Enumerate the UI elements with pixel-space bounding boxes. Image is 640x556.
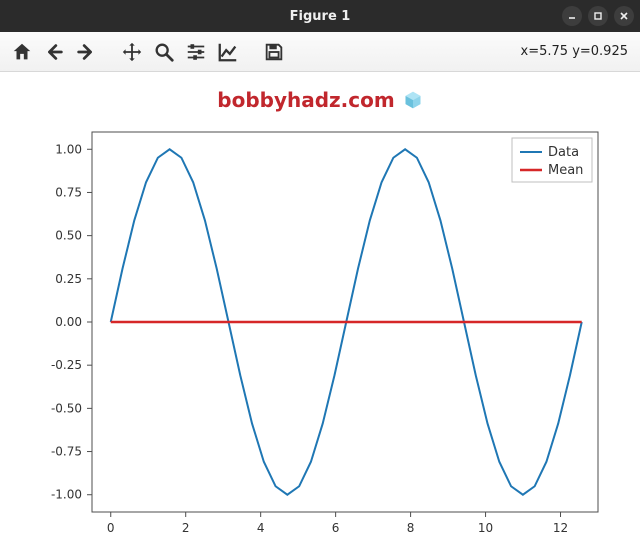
minimize-icon bbox=[567, 11, 577, 21]
arrow-left-icon bbox=[43, 41, 65, 63]
chart-line-icon bbox=[217, 41, 239, 63]
line-chart[interactable]: 0 2 4 6 8 10 12 -1.00 -0.75 -0.50 -0.25 0.00 0.25 0.5… bbox=[20, 120, 620, 550]
watermark-text: bobbyhadz.com bbox=[217, 88, 394, 112]
svg-text:0.25: 0.25 bbox=[55, 272, 82, 286]
maximize-button[interactable] bbox=[588, 6, 608, 26]
legend-data-label: Data bbox=[548, 145, 579, 160]
save-button[interactable] bbox=[260, 38, 288, 66]
svg-text:4: 4 bbox=[257, 521, 265, 535]
svg-text:0.50: 0.50 bbox=[55, 229, 82, 243]
back-button[interactable] bbox=[40, 38, 68, 66]
configure-button[interactable] bbox=[182, 38, 210, 66]
close-icon bbox=[619, 11, 629, 21]
move-icon bbox=[121, 41, 143, 63]
legend-mean-label: Mean bbox=[548, 163, 583, 178]
magnify-icon bbox=[153, 41, 175, 63]
svg-text:-1.00: -1.00 bbox=[51, 488, 82, 502]
watermark: bobbyhadz.com bbox=[0, 88, 640, 112]
svg-text:-0.75: -0.75 bbox=[51, 445, 82, 459]
pan-button[interactable] bbox=[118, 38, 146, 66]
svg-text:10: 10 bbox=[478, 521, 493, 535]
chart-area: 0 2 4 6 8 10 12 -1.00 -0.75 -0.50 -0.25 0.00 0.25 0.5… bbox=[0, 120, 640, 550]
svg-text:-0.25: -0.25 bbox=[51, 358, 82, 372]
home-icon bbox=[11, 41, 33, 63]
cursor-coords: x=5.75 y=0.925 bbox=[521, 44, 632, 59]
minimize-button[interactable] bbox=[562, 6, 582, 26]
sliders-icon bbox=[185, 41, 207, 63]
maximize-icon bbox=[593, 11, 603, 21]
svg-text:-0.50: -0.50 bbox=[51, 401, 82, 415]
svg-text:0.00: 0.00 bbox=[55, 315, 82, 329]
zoom-button[interactable] bbox=[150, 38, 178, 66]
cube-icon bbox=[403, 90, 423, 110]
svg-text:0.75: 0.75 bbox=[55, 185, 82, 199]
close-button[interactable] bbox=[614, 6, 634, 26]
svg-text:1.00: 1.00 bbox=[55, 142, 82, 156]
svg-text:12: 12 bbox=[553, 521, 568, 535]
title-bar: Figure 1 bbox=[0, 0, 640, 32]
toolbar: x=5.75 y=0.925 bbox=[0, 32, 640, 72]
window-controls bbox=[562, 6, 634, 26]
save-icon bbox=[263, 41, 285, 63]
svg-text:2: 2 bbox=[182, 521, 190, 535]
svg-text:0: 0 bbox=[107, 521, 115, 535]
edit-axis-button[interactable] bbox=[214, 38, 242, 66]
arrow-right-icon bbox=[75, 41, 97, 63]
svg-text:6: 6 bbox=[332, 521, 340, 535]
forward-button[interactable] bbox=[72, 38, 100, 66]
svg-text:8: 8 bbox=[407, 521, 415, 535]
home-button[interactable] bbox=[8, 38, 36, 66]
window-title: Figure 1 bbox=[0, 9, 640, 24]
